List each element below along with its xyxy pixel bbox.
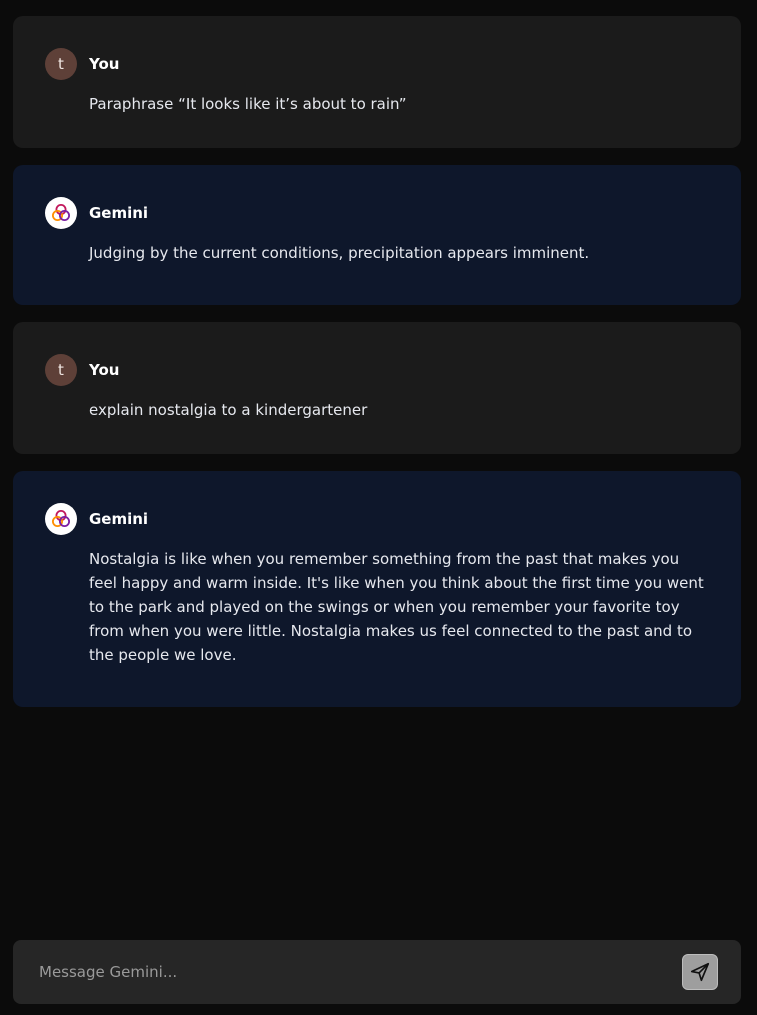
user-avatar: t <box>45 48 77 80</box>
message-composer <box>13 940 741 1004</box>
message-text: Judging by the current conditions, preci… <box>89 244 590 262</box>
message-user: t You Paraphrase “It looks like it’s abo… <box>13 16 741 148</box>
gemini-logo-icon <box>45 503 77 535</box>
author-name: You <box>89 361 120 379</box>
message-bot: Gemini Judging by the current conditions… <box>13 165 741 305</box>
message-text: explain nostalgia to a kindergartener <box>89 401 368 419</box>
user-avatar: t <box>45 354 77 386</box>
send-button[interactable] <box>682 954 718 990</box>
author-name: Gemini <box>89 204 149 222</box>
author-name: Gemini <box>89 510 149 528</box>
message-header: Gemini <box>45 503 709 535</box>
message-input[interactable] <box>37 962 682 982</box>
message-text: Paraphrase “It looks like it’s about to … <box>89 95 407 113</box>
message-bot: Gemini Nostalgia is like when you rememb… <box>13 471 741 707</box>
send-icon <box>690 962 710 982</box>
message-header: t You <box>45 48 709 80</box>
message-list: t You Paraphrase “It looks like it’s abo… <box>13 16 741 724</box>
message-header: Gemini <box>45 197 709 229</box>
gemini-logo-icon <box>45 197 77 229</box>
message-header: t You <box>45 354 709 386</box>
message-user: t You explain nostalgia to a kindergarte… <box>13 322 741 454</box>
chat-page: t You Paraphrase “It looks like it’s abo… <box>0 0 757 1015</box>
message-text: Nostalgia is like when you remember some… <box>89 550 704 664</box>
author-name: You <box>89 55 120 73</box>
